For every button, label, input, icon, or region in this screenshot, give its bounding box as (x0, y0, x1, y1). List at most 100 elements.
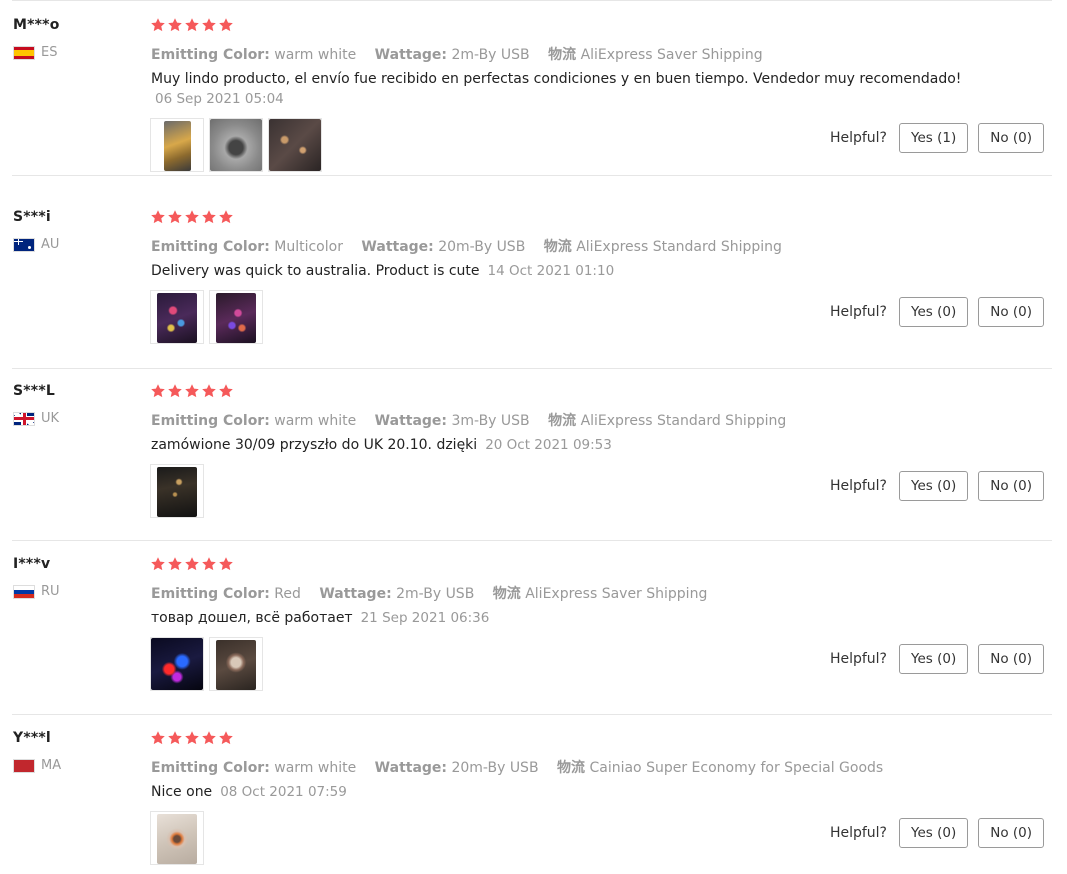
helpful-no-button[interactable]: No (0) (978, 471, 1044, 501)
star-icon (167, 730, 183, 746)
attr-value-color: Red (274, 586, 301, 602)
attr-value-shipping: AliExpress Saver Shipping (525, 586, 708, 602)
attr-value-wattage: 20m-By USB (451, 760, 539, 776)
attr-key-color: Emitting Color: (151, 413, 270, 429)
country-code: RU (41, 584, 60, 599)
helpful-vote: Helpful? Yes (0) No (0) (830, 644, 1044, 674)
attr-value-color: warm white (274, 47, 357, 63)
review-date: 21 Sep 2021 06:36 (360, 610, 490, 626)
star-icon (201, 209, 217, 225)
helpful-label: Helpful? (829, 130, 887, 146)
star-icon (167, 383, 183, 399)
helpful-vote: Helpful? Yes (1) No (0) (830, 123, 1044, 153)
product-attributes: Emitting Color: Multicolor Wattage: 20m-… (151, 236, 796, 256)
review-text: Delivery was quick to australia. Product… (151, 263, 614, 279)
helpful-vote: Helpful? Yes (0) No (0) (830, 297, 1044, 327)
reviewer-country: MA (13, 758, 61, 773)
star-rating (150, 730, 234, 746)
star-icon (218, 383, 234, 399)
review-date: 08 Oct 2021 07:59 (220, 784, 347, 800)
review-divider (12, 175, 1052, 176)
helpful-label: Helpful? (829, 825, 887, 841)
helpful-no-button[interactable]: No (0) (978, 297, 1044, 327)
attr-key-logistics: 物流 (543, 239, 572, 255)
attr-key-wattage: Wattage: (374, 47, 448, 63)
helpful-label: Helpful? (829, 304, 887, 320)
star-icon (218, 209, 234, 225)
product-attributes: Emitting Color: warm white Wattage: 20m-… (151, 757, 897, 777)
review-text-body: zamówione 30/09 przyszło do UK 20.10. dz… (151, 437, 478, 453)
review-photo[interactable] (150, 464, 204, 518)
review-text: товар дошел, всё работает 21 Sep 2021 06:… (151, 610, 489, 626)
star-icon (184, 17, 200, 33)
star-icon (150, 209, 166, 225)
reviewer-country: RU (13, 584, 60, 599)
helpful-yes-button[interactable]: Yes (0) (899, 471, 969, 501)
attr-key-logistics: 物流 (557, 760, 586, 776)
review-photos (150, 118, 322, 172)
product-attributes: Emitting Color: Red Wattage: 2m-By USB 物… (151, 583, 721, 603)
star-icon (218, 730, 234, 746)
star-icon (167, 17, 183, 33)
attr-key-wattage: Wattage: (361, 239, 434, 255)
attr-value-shipping: Cainiao Super Economy for Special Goods (589, 760, 884, 776)
spain-flag-icon (13, 45, 35, 60)
star-icon (184, 556, 200, 572)
review-date: 06 Sep 2021 05:04 (155, 91, 284, 107)
helpful-yes-button[interactable]: Yes (0) (899, 818, 969, 848)
review-item: S***L UK Emitting Color: warm white Watt… (0, 368, 1067, 542)
helpful-yes-button[interactable]: Yes (1) (899, 123, 969, 153)
attr-key-wattage: Wattage: (374, 413, 448, 429)
attr-value-wattage: 2m-By USB (396, 586, 475, 602)
country-code: MA (41, 758, 62, 773)
star-icon (184, 730, 200, 746)
reviewer-name: S***i (13, 209, 51, 225)
helpful-no-button[interactable]: No (0) (978, 123, 1044, 153)
review-photo[interactable] (209, 290, 263, 344)
attr-value-shipping: AliExpress Saver Shipping (580, 47, 763, 63)
review-photo[interactable] (268, 118, 322, 172)
star-icon (201, 730, 217, 746)
attr-value-wattage: 2m-By USB (451, 47, 530, 63)
reviewer-name: M***o (13, 17, 60, 33)
star-icon (167, 209, 183, 225)
star-icon (150, 556, 166, 572)
star-rating (150, 556, 234, 572)
review-text: Nice one 08 Oct 2021 07:59 (151, 784, 347, 800)
attr-key-logistics: 物流 (548, 413, 577, 429)
attr-key-color: Emitting Color: (151, 47, 270, 63)
review-photo[interactable] (150, 118, 204, 172)
helpful-label: Helpful? (829, 651, 887, 667)
review-text-body: Nice one (151, 784, 213, 800)
attr-value-wattage: 3m-By USB (451, 413, 530, 429)
reviewer-country: ES (13, 45, 57, 60)
review-photo[interactable] (150, 811, 204, 865)
helpful-yes-button[interactable]: Yes (0) (899, 644, 969, 674)
helpful-yes-button[interactable]: Yes (0) (899, 297, 969, 327)
reviewer-name: S***L (13, 383, 55, 399)
attr-key-color: Emitting Color: (151, 239, 270, 255)
attr-key-wattage: Wattage: (374, 760, 448, 776)
star-rating (150, 383, 234, 399)
attr-value-color: warm white (274, 413, 357, 429)
morocco-flag-icon (13, 758, 35, 773)
attr-value-shipping: AliExpress Standard Shipping (576, 239, 782, 255)
review-photo[interactable] (150, 637, 204, 691)
country-code: UK (41, 411, 60, 426)
reviewer-country: UK (13, 411, 59, 426)
helpful-no-button[interactable]: No (0) (978, 818, 1044, 848)
review-date: 20 Oct 2021 09:53 (485, 437, 612, 453)
review-date: 14 Oct 2021 01:10 (487, 263, 615, 279)
product-attributes: Emitting Color: warm white Wattage: 3m-B… (151, 410, 800, 430)
review-photo[interactable] (209, 118, 263, 172)
review-photo[interactable] (209, 637, 263, 691)
review-item: S***i AU Emitting Color: Multicolor Watt… (0, 194, 1067, 369)
star-rating (150, 209, 234, 225)
helpful-label: Helpful? (829, 478, 887, 494)
helpful-no-button[interactable]: No (0) (978, 644, 1044, 674)
review-photos (150, 464, 204, 518)
star-icon (201, 17, 217, 33)
attr-key-logistics: 物流 (548, 47, 577, 63)
star-icon (218, 556, 234, 572)
review-photo[interactable] (150, 290, 204, 344)
